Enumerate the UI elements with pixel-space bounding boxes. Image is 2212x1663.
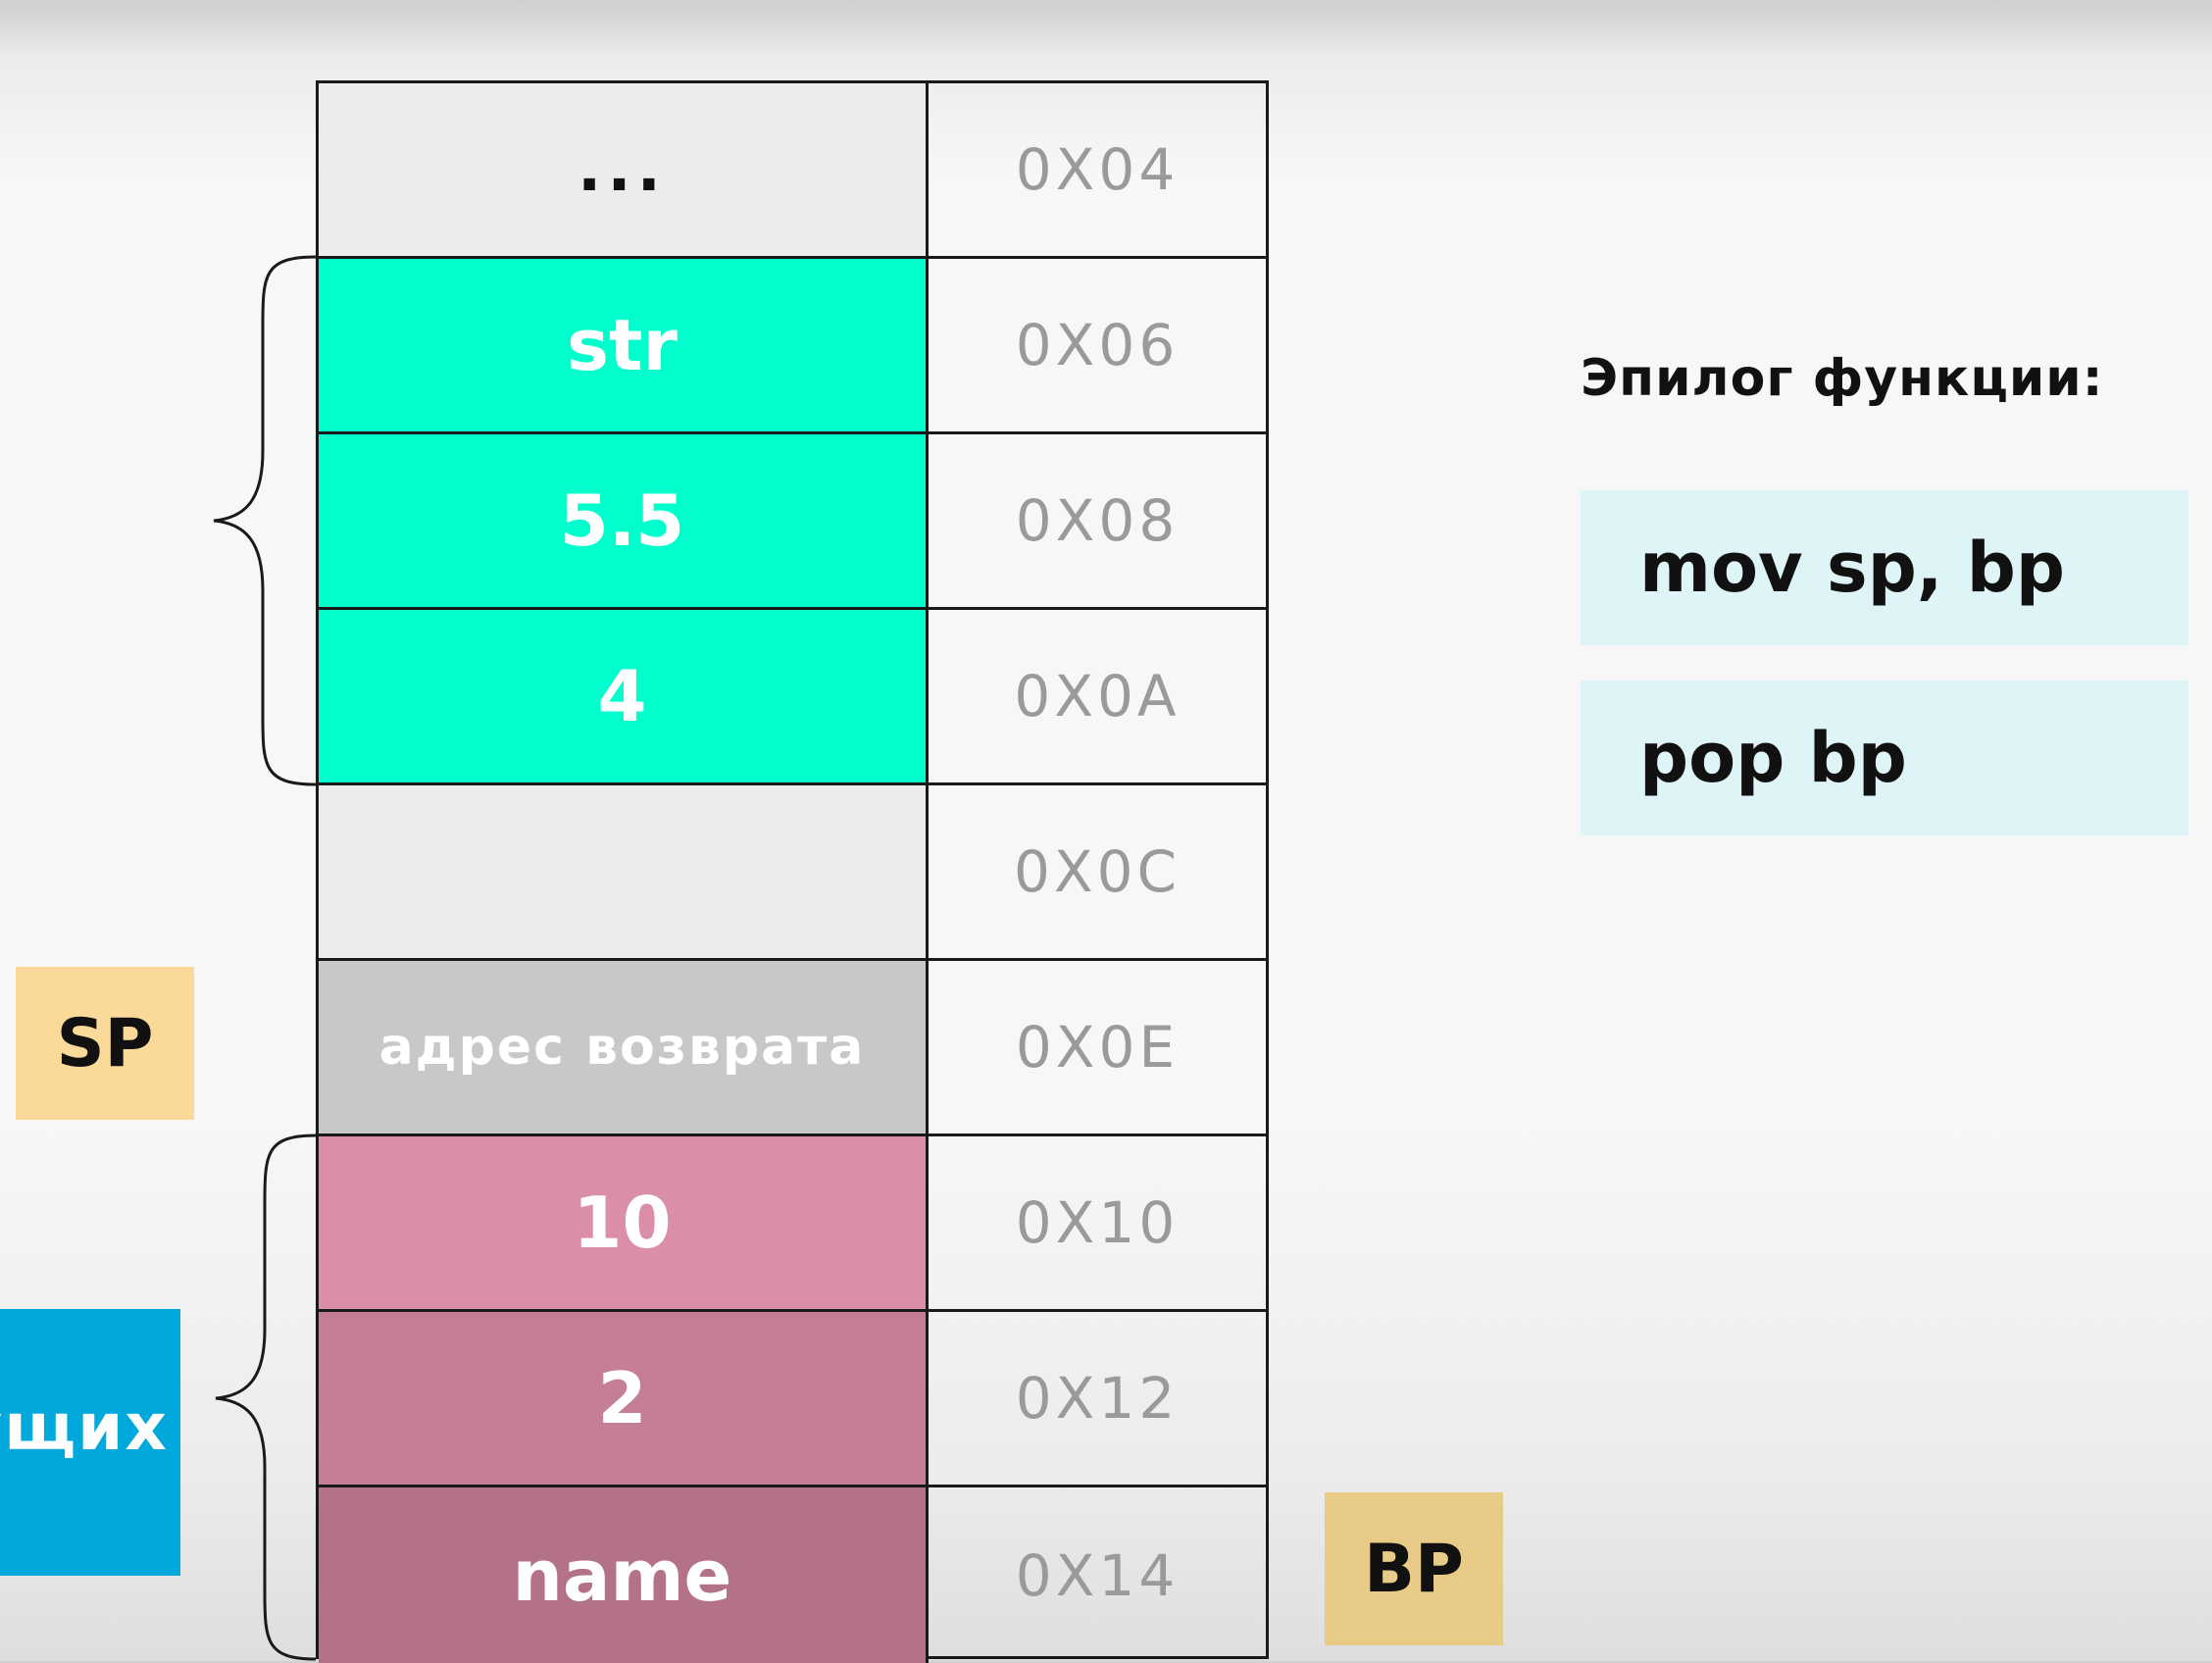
stack-row: 5.5 0X08 <box>319 434 1266 610</box>
sp-pointer-label: SP <box>16 967 194 1120</box>
stack-cell-value: 5.5 <box>319 434 929 607</box>
instruction-pop: pop bp <box>1581 680 2188 835</box>
side-label-text: ущих <box>0 1389 169 1465</box>
stack-cell-address: 0X14 <box>1015 1541 1180 1609</box>
epilogue-title: Эпилог функции: <box>1581 349 2104 408</box>
stack-cell-address: 0X0E <box>1015 1014 1180 1081</box>
upper-brace <box>213 255 317 786</box>
stack-cell-address: 0X12 <box>1015 1365 1180 1432</box>
stack-cell-value: адрес возврата <box>319 961 929 1134</box>
stack-cell-value: name <box>319 1487 929 1663</box>
memory-stack: ... 0X04 str 0X06 5.5 0X08 4 0X0A 0X0C адрес возв… <box>316 80 1269 1663</box>
stack-row: 2 0X12 <box>319 1312 1266 1487</box>
stack-row: 4 0X0A <box>319 610 1266 785</box>
stack-cell-value: str <box>319 259 929 431</box>
stack-cell-value <box>319 785 929 958</box>
stack-cell-address: 0X06 <box>1015 312 1180 378</box>
stack-cell-value: 10 <box>319 1136 929 1309</box>
stack-row: ... 0X04 <box>319 83 1266 259</box>
stack-row: адрес возврата 0X0E <box>319 961 1266 1136</box>
stack-row: 10 0X10 <box>319 1136 1266 1312</box>
stack-cell-value: 4 <box>319 610 929 782</box>
stack-cell-value: 2 <box>319 1312 929 1485</box>
stack-cell-address: 0X0A <box>1014 663 1181 730</box>
stack-row: name 0X14 <box>319 1487 1266 1663</box>
lower-brace <box>215 1134 317 1661</box>
stack-cell-address: 0X10 <box>1015 1189 1180 1256</box>
instruction-mov: mov sp, bp <box>1581 490 2188 645</box>
bp-pointer-label: BP <box>1325 1492 1503 1645</box>
stack-cell-address: 0X04 <box>1015 136 1180 203</box>
stack-row: 0X0C <box>319 785 1266 961</box>
side-label-tag: ущих <box>0 1309 180 1576</box>
stack-row: str 0X06 <box>319 259 1266 434</box>
stack-cell-value: ... <box>319 83 929 256</box>
stack-cell-address: 0X08 <box>1015 487 1180 554</box>
stack-cell-address: 0X0C <box>1013 838 1181 905</box>
